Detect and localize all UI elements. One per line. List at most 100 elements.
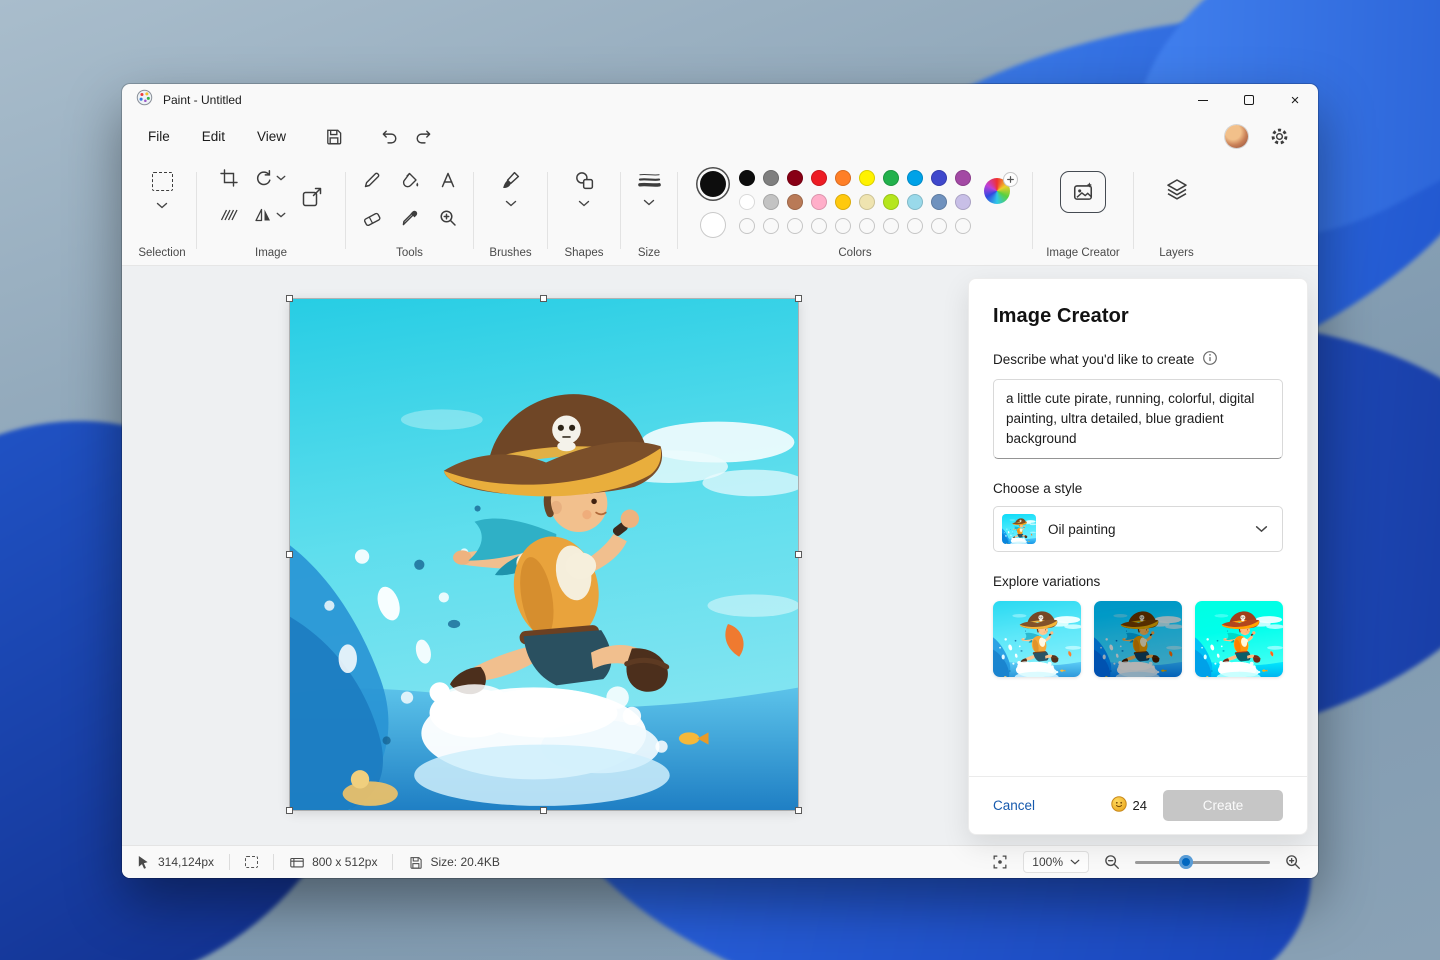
- zoom-fit-button[interactable]: [991, 853, 1009, 871]
- image-creator-panel: Image Creator Describe what you'd like t…: [968, 278, 1308, 835]
- empty-color-slot[interactable]: [907, 218, 923, 234]
- menu-view[interactable]: View: [241, 123, 302, 150]
- settings-gear-icon[interactable]: [1262, 121, 1296, 151]
- selection-dropdown[interactable]: [156, 191, 168, 209]
- cursor-position-indicator: 314,124px: [136, 855, 214, 870]
- fill-tool-button[interactable]: [400, 170, 420, 190]
- layers-icon[interactable]: [1165, 177, 1189, 201]
- zoom-slider-thumb[interactable]: [1179, 855, 1193, 869]
- secondary-color-swatch[interactable]: [700, 212, 726, 238]
- color-swatch[interactable]: [835, 194, 851, 210]
- info-icon[interactable]: [1202, 350, 1218, 369]
- close-button[interactable]: ×: [1272, 84, 1318, 116]
- style-dropdown[interactable]: Oil painting: [993, 506, 1283, 552]
- empty-color-slot[interactable]: [811, 218, 827, 234]
- panel-title: Image Creator: [993, 305, 1283, 328]
- color-swatch[interactable]: [859, 170, 875, 186]
- primary-color-swatch[interactable]: [700, 171, 726, 197]
- color-swatch[interactable]: [739, 170, 755, 186]
- variation-thumbnail-3[interactable]: [1195, 601, 1283, 677]
- selection-handle[interactable]: [795, 807, 802, 814]
- edit-colors-wheel[interactable]: [984, 178, 1010, 204]
- paint-app-icon: [136, 89, 153, 111]
- brushes-dropdown[interactable]: [505, 200, 517, 207]
- color-swatch[interactable]: [931, 194, 947, 210]
- shapes-dropdown[interactable]: [578, 200, 590, 207]
- pencil-tool-button[interactable]: [362, 170, 382, 190]
- selection-handle[interactable]: [286, 295, 293, 302]
- size-dropdown[interactable]: [643, 199, 655, 206]
- line-size-icon[interactable]: [638, 170, 661, 190]
- empty-color-slot[interactable]: [955, 218, 971, 234]
- variation-thumbnail-2[interactable]: [1094, 601, 1182, 677]
- brush-icon[interactable]: [500, 170, 521, 191]
- selection-handle[interactable]: [286, 551, 293, 558]
- menu-file[interactable]: File: [132, 123, 186, 150]
- credits-count: 24: [1133, 798, 1147, 813]
- selection-handle[interactable]: [286, 807, 293, 814]
- color-swatch[interactable]: [907, 194, 923, 210]
- color-swatch[interactable]: [811, 194, 827, 210]
- color-swatch[interactable]: [955, 170, 971, 186]
- redo-button[interactable]: [406, 121, 440, 151]
- cancel-button[interactable]: Cancel: [993, 798, 1035, 813]
- color-swatch[interactable]: [955, 194, 971, 210]
- color-swatch[interactable]: [859, 194, 875, 210]
- empty-color-slot[interactable]: [739, 218, 755, 234]
- color-swatch[interactable]: [787, 194, 803, 210]
- account-avatar[interactable]: [1225, 125, 1248, 148]
- color-swatch[interactable]: [883, 194, 899, 210]
- color-swatch[interactable]: [835, 170, 851, 186]
- color-swatch[interactable]: [931, 170, 947, 186]
- selection-size-icon: [245, 856, 258, 868]
- empty-color-slot[interactable]: [763, 218, 779, 234]
- text-tool-button[interactable]: [438, 170, 458, 190]
- empty-color-slot[interactable]: [931, 218, 947, 234]
- menu-edit[interactable]: Edit: [186, 123, 241, 150]
- flip-dropdown[interactable]: [276, 212, 286, 218]
- brushes-group: Brushes: [474, 156, 547, 265]
- color-swatch[interactable]: [907, 170, 923, 186]
- empty-color-slot[interactable]: [787, 218, 803, 234]
- empty-color-slot[interactable]: [859, 218, 875, 234]
- flip-button[interactable]: [253, 205, 273, 225]
- save-button[interactable]: [316, 121, 350, 151]
- maximize-button[interactable]: [1226, 84, 1272, 116]
- resize-button[interactable]: [300, 185, 324, 209]
- crop-button[interactable]: [219, 168, 239, 188]
- variation-thumbnail-1[interactable]: [993, 601, 1081, 677]
- undo-button[interactable]: [372, 121, 406, 151]
- canvas-image[interactable]: [290, 299, 798, 810]
- minimize-button[interactable]: [1180, 84, 1226, 116]
- skew-button[interactable]: [219, 205, 239, 225]
- eraser-tool-button[interactable]: [362, 208, 382, 228]
- selection-handle[interactable]: [540, 295, 547, 302]
- color-swatch[interactable]: [763, 170, 779, 186]
- color-swatch[interactable]: [763, 194, 779, 210]
- color-picker-tool-button[interactable]: [400, 208, 420, 228]
- color-swatch[interactable]: [883, 170, 899, 186]
- tools-group: Tools: [346, 156, 473, 265]
- zoom-slider[interactable]: [1135, 855, 1270, 869]
- selection-tool-button[interactable]: [152, 168, 173, 191]
- rotate-dropdown[interactable]: [276, 175, 286, 181]
- zoom-out-button[interactable]: [1103, 853, 1121, 871]
- create-button[interactable]: Create: [1163, 790, 1283, 821]
- shapes-icon[interactable]: [574, 170, 595, 191]
- zoom-level-dropdown[interactable]: 100%: [1023, 851, 1089, 873]
- zoom-in-button[interactable]: [1284, 853, 1302, 871]
- empty-color-slot[interactable]: [835, 218, 851, 234]
- color-swatch[interactable]: [811, 170, 827, 186]
- color-swatch[interactable]: [739, 194, 755, 210]
- prompt-input[interactable]: a little cute pirate, running, colorful,…: [993, 379, 1283, 459]
- selection-handle[interactable]: [795, 551, 802, 558]
- empty-color-slot[interactable]: [883, 218, 899, 234]
- selection-handle[interactable]: [795, 295, 802, 302]
- rotate-button[interactable]: [253, 168, 273, 188]
- magnifier-tool-button[interactable]: [438, 208, 458, 228]
- desktop-wallpaper: Paint - Untitled × File Edit View: [0, 0, 1440, 960]
- color-swatch[interactable]: [787, 170, 803, 186]
- maximize-icon: [1244, 95, 1254, 105]
- image-creator-button[interactable]: [1060, 171, 1106, 213]
- selection-handle[interactable]: [540, 807, 547, 814]
